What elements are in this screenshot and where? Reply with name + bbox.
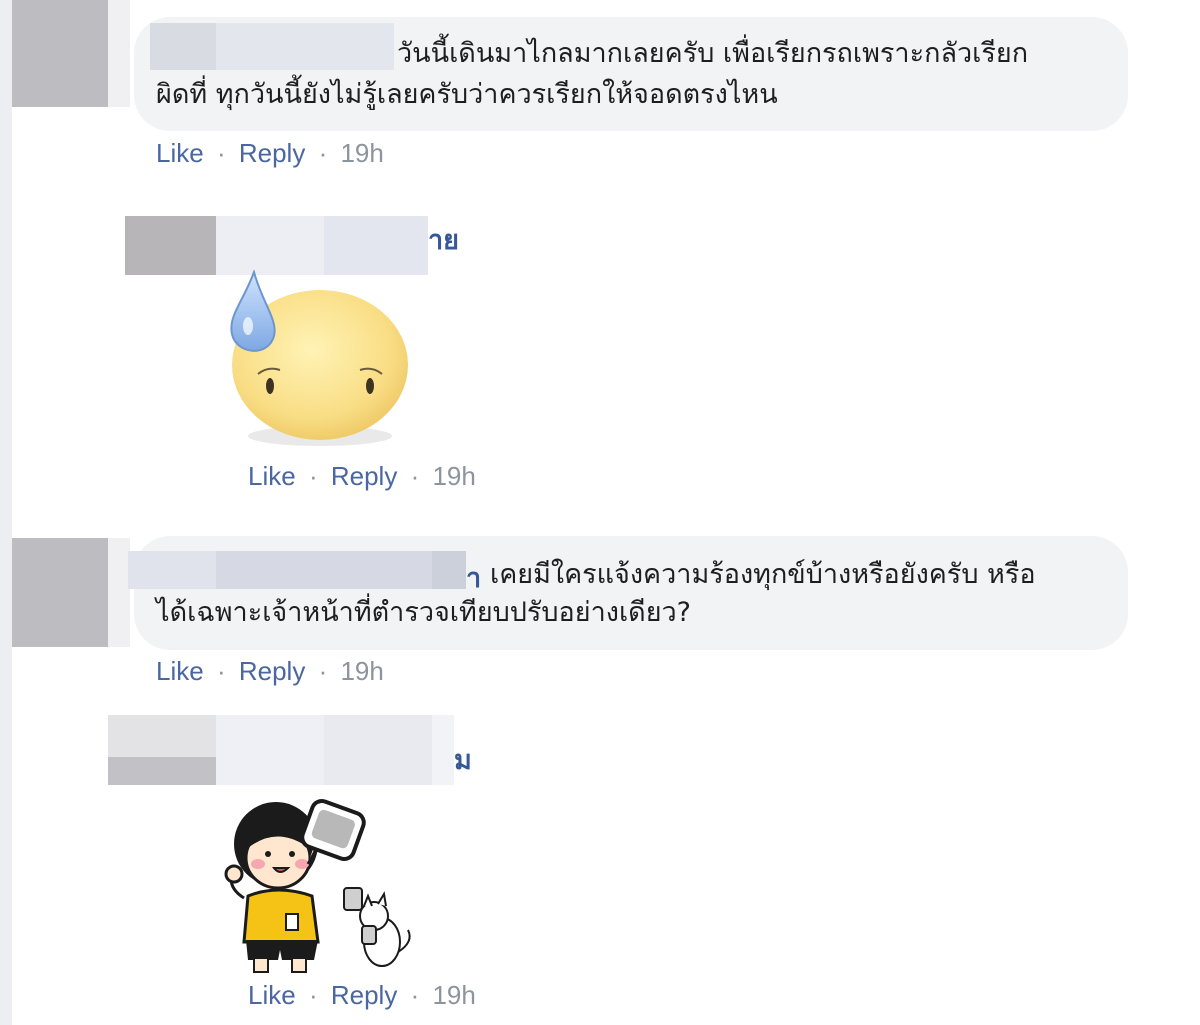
- avatar[interactable]: [108, 757, 216, 785]
- timestamp[interactable]: 19h: [432, 980, 475, 1010]
- avatar[interactable]: [12, 538, 108, 647]
- like-button[interactable]: Like: [248, 980, 296, 1010]
- comment-actions: Like · Reply · 19h: [248, 980, 476, 1011]
- timestamp[interactable]: 19h: [432, 461, 475, 491]
- sweating-blob-icon: [230, 268, 408, 446]
- like-button[interactable]: Like: [248, 461, 296, 491]
- redacted-author-name[interactable]: [324, 216, 428, 275]
- reply-button[interactable]: Reply: [331, 980, 397, 1010]
- redacted-author-name[interactable]: [128, 551, 216, 589]
- girl-holding-phone-sticker: [222, 792, 418, 978]
- page-left-edge: [0, 0, 12, 1025]
- separator: ·: [410, 461, 420, 491]
- redacted-author-name[interactable]: [432, 715, 454, 785]
- avatar[interactable]: [108, 715, 216, 757]
- comment-actions: Like · Reply · 19h: [156, 656, 384, 687]
- comment-text-line: ได้เฉพาะเจ้าหน้าที่ตำรวจเทียบปรับอย่างเด…: [156, 597, 692, 628]
- redacted-author-name[interactable]: [150, 23, 216, 70]
- comment-actions: Like · Reply · 19h: [156, 138, 384, 169]
- author-name-fragment[interactable]: ม: [454, 738, 472, 781]
- timestamp[interactable]: 19h: [340, 138, 383, 168]
- reply-button[interactable]: Reply: [239, 138, 305, 168]
- comment-text-line: เคยมีใครแจ้งความร้องทุกข์บ้างหรือยังครับ…: [490, 559, 1036, 590]
- separator: ·: [216, 656, 226, 686]
- comment-text-line: วันนี้เดินมาไกลมากเลยครับ เพื่อเรียกรถเพ…: [397, 38, 1029, 69]
- comment-actions: Like · Reply · 19h: [248, 461, 476, 492]
- author-name-fragment[interactable]: าย: [428, 218, 459, 261]
- separator: ·: [318, 138, 328, 168]
- redacted-author-name[interactable]: [216, 551, 432, 589]
- timestamp[interactable]: 19h: [340, 656, 383, 686]
- redacted-author-name[interactable]: [216, 715, 324, 785]
- separator: ·: [410, 980, 420, 1010]
- redacted-author-name[interactable]: [432, 551, 466, 589]
- avatar-border: [108, 538, 130, 647]
- separator: ·: [308, 980, 318, 1010]
- reply-button[interactable]: Reply: [331, 461, 397, 491]
- girl-with-phone-icon: [224, 799, 411, 973]
- redacted-author-name[interactable]: [324, 715, 432, 785]
- sweating-blob-sticker: [222, 268, 418, 450]
- redacted-author-name[interactable]: [216, 23, 394, 70]
- avatar[interactable]: [12, 0, 108, 107]
- avatar-border: [108, 0, 130, 107]
- separator: ·: [216, 138, 226, 168]
- separator: ·: [308, 461, 318, 491]
- like-button[interactable]: Like: [156, 138, 204, 168]
- comment-text-line: ผิดที่ ทุกวันนี้ยังไม่รู้เลยครับว่าควรเร…: [156, 79, 778, 110]
- separator: ·: [318, 656, 328, 686]
- reply-button[interactable]: Reply: [239, 656, 305, 686]
- avatar[interactable]: [125, 216, 216, 275]
- like-button[interactable]: Like: [156, 656, 204, 686]
- redacted-author-name[interactable]: [216, 216, 324, 275]
